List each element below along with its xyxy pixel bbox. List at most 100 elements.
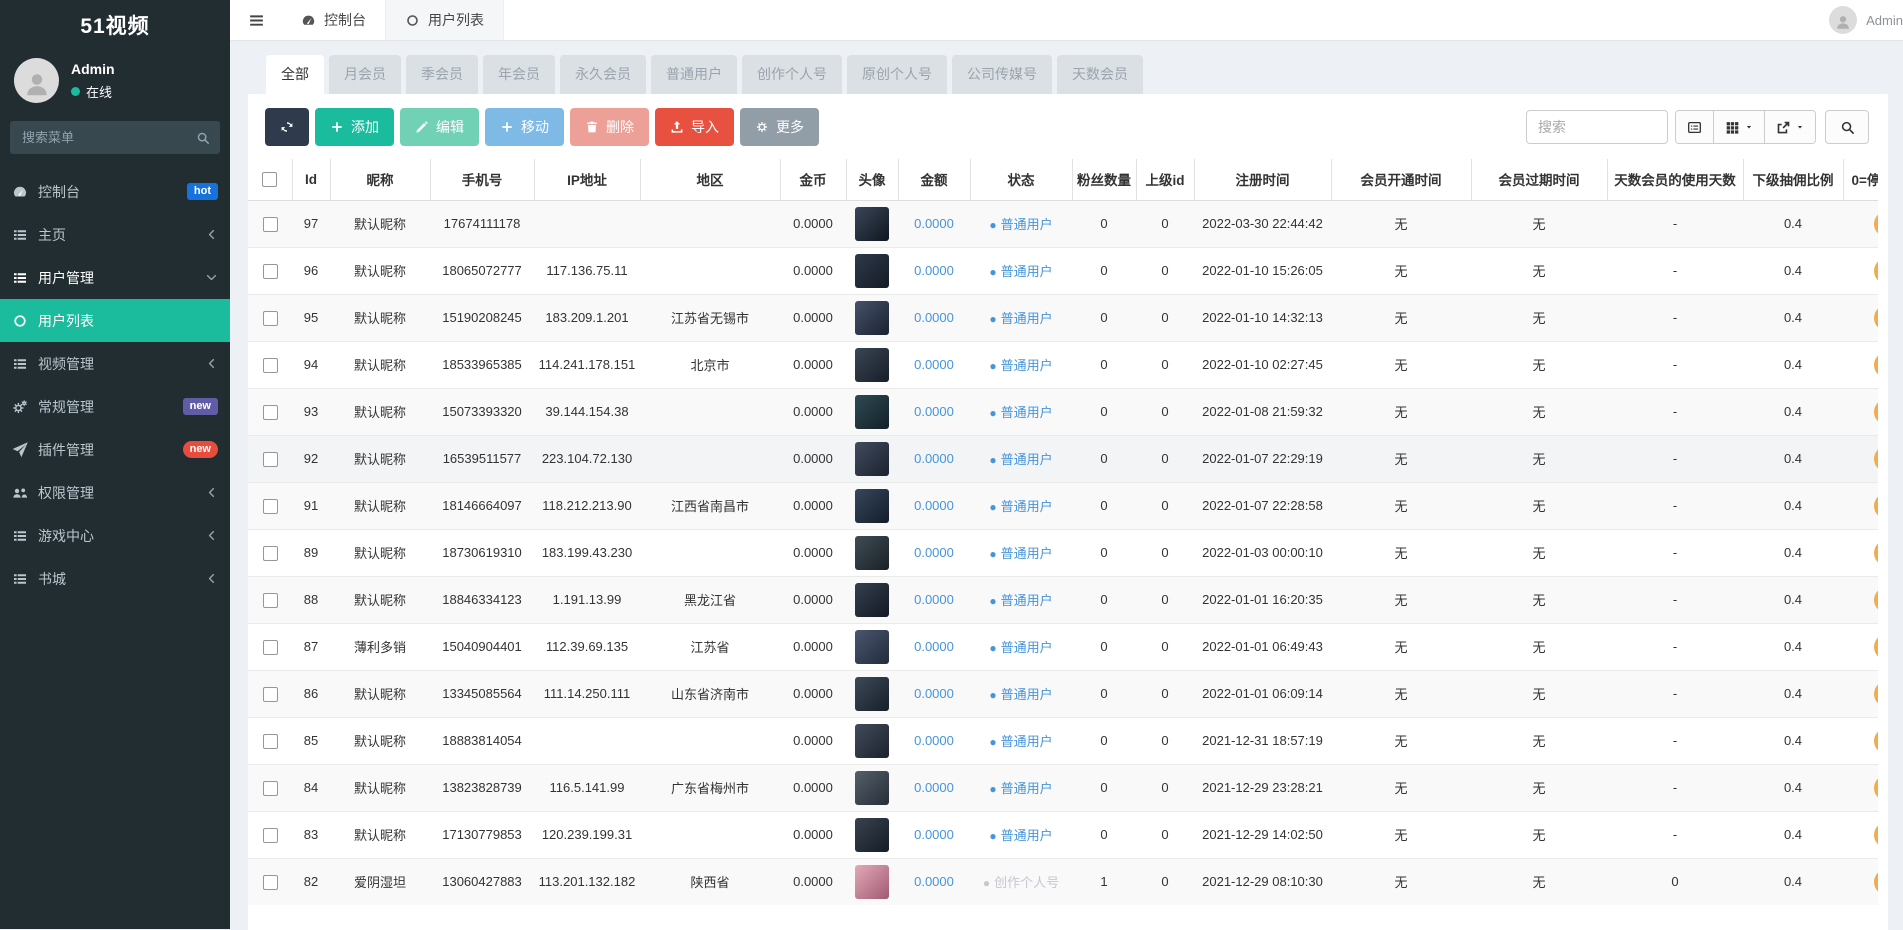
enabled-toggle[interactable] xyxy=(1874,727,1878,754)
select-all-checkbox[interactable] xyxy=(262,172,278,188)
filter-tab-month-vip[interactable]: 月会员 xyxy=(329,55,401,94)
row-checkbox[interactable] xyxy=(262,310,278,326)
enabled-toggle[interactable] xyxy=(1874,539,1878,566)
amount-link[interactable]: 0.0000 xyxy=(914,827,954,842)
enabled-toggle[interactable] xyxy=(1874,633,1878,660)
enabled-toggle[interactable] xyxy=(1874,398,1878,425)
user-avatar-image[interactable] xyxy=(855,253,889,288)
sidebar-item-general-management[interactable]: 常规管理 new xyxy=(0,385,230,428)
enabled-toggle[interactable] xyxy=(1874,586,1878,613)
sidebar-search-input[interactable] xyxy=(20,129,196,146)
enabled-toggle[interactable] xyxy=(1874,774,1878,801)
edit-button[interactable]: 编辑 xyxy=(400,108,479,146)
detail-view-button[interactable] xyxy=(1676,111,1713,143)
user-avatar-image[interactable] xyxy=(855,629,889,664)
user-avatar-image[interactable] xyxy=(855,441,889,476)
filter-tab-original-account[interactable]: 原创个人号 xyxy=(847,55,947,94)
enabled-toggle[interactable] xyxy=(1874,680,1878,707)
export-button[interactable] xyxy=(1764,111,1815,143)
sidebar-toggle-button[interactable] xyxy=(230,0,282,40)
user-avatar-image[interactable] xyxy=(855,206,889,241)
row-checkbox[interactable] xyxy=(262,827,278,843)
sidebar-item-plugin-management[interactable]: 插件管理 new xyxy=(0,428,230,471)
amount-link[interactable]: 0.0000 xyxy=(914,216,954,231)
row-checkbox[interactable] xyxy=(262,404,278,420)
sidebar-item-user-list[interactable]: 用户列表 xyxy=(0,299,230,342)
topbar-user[interactable]: Admin xyxy=(1829,0,1903,40)
enabled-toggle[interactable] xyxy=(1874,257,1878,284)
user-avatar-image[interactable] xyxy=(855,817,889,852)
user-avatar-image[interactable] xyxy=(855,300,889,335)
row-checkbox[interactable] xyxy=(262,639,278,655)
add-button[interactable]: 添加 xyxy=(315,108,394,146)
amount-link[interactable]: 0.0000 xyxy=(914,733,954,748)
amount-link[interactable]: 0.0000 xyxy=(914,874,954,889)
row-checkbox[interactable] xyxy=(262,545,278,561)
table-search-input[interactable] xyxy=(1526,110,1668,144)
sidebar-item-permission-management[interactable]: 权限管理 xyxy=(0,471,230,514)
user-avatar-image[interactable] xyxy=(855,347,889,382)
amount-link[interactable]: 0.0000 xyxy=(914,451,954,466)
row-checkbox[interactable] xyxy=(262,498,278,514)
enabled-toggle[interactable] xyxy=(1874,304,1878,331)
tab-user-list[interactable]: 用户列表 xyxy=(385,0,504,40)
amount-link[interactable]: 0.0000 xyxy=(914,686,954,701)
amount-link[interactable]: 0.0000 xyxy=(914,780,954,795)
row-checkbox[interactable] xyxy=(262,874,278,890)
row-checkbox[interactable] xyxy=(262,357,278,373)
enabled-toggle[interactable] xyxy=(1874,492,1878,519)
sidebar-item-book-city[interactable]: 书城 xyxy=(0,557,230,600)
amount-link[interactable]: 0.0000 xyxy=(914,639,954,654)
row-checkbox[interactable] xyxy=(262,451,278,467)
row-checkbox[interactable] xyxy=(262,216,278,232)
user-avatar-image[interactable] xyxy=(855,488,889,523)
move-button[interactable]: 移动 xyxy=(485,108,564,146)
row-checkbox[interactable] xyxy=(262,780,278,796)
search-button[interactable] xyxy=(1825,110,1869,144)
enabled-toggle[interactable] xyxy=(1874,210,1878,237)
import-button[interactable]: 导入 xyxy=(655,108,734,146)
filter-tab-forever-vip[interactable]: 永久会员 xyxy=(560,55,646,94)
filter-tab-year-vip[interactable]: 年会员 xyxy=(483,55,555,94)
amount-link[interactable]: 0.0000 xyxy=(914,545,954,560)
tab-console[interactable]: 控制台 xyxy=(282,0,385,40)
user-avatar-image[interactable] xyxy=(855,535,889,570)
sidebar-item-home[interactable]: 主页 xyxy=(0,213,230,256)
row-checkbox[interactable] xyxy=(262,592,278,608)
filter-tab-season-vip[interactable]: 季会员 xyxy=(406,55,478,94)
sidebar-item-game-center[interactable]: 游戏中心 xyxy=(0,514,230,557)
sidebar-item-user-management[interactable]: 用户管理 xyxy=(0,256,230,299)
row-checkbox[interactable] xyxy=(262,263,278,279)
user-avatar-image[interactable] xyxy=(855,770,889,805)
row-checkbox[interactable] xyxy=(262,733,278,749)
amount-link[interactable]: 0.0000 xyxy=(914,404,954,419)
user-avatar-image[interactable] xyxy=(855,582,889,617)
amount-link[interactable]: 0.0000 xyxy=(914,263,954,278)
refresh-button[interactable] xyxy=(265,108,309,146)
enabled-toggle[interactable] xyxy=(1874,868,1878,895)
enabled-toggle[interactable] xyxy=(1874,445,1878,472)
user-avatar-image[interactable] xyxy=(855,864,889,899)
filter-tab-creator-account[interactable]: 创作个人号 xyxy=(742,55,842,94)
filter-tab-company-media[interactable]: 公司传媒号 xyxy=(952,55,1052,94)
amount-link[interactable]: 0.0000 xyxy=(914,310,954,325)
user-avatar-image[interactable] xyxy=(855,723,889,758)
search-icon[interactable] xyxy=(196,131,210,145)
user-avatar-image[interactable] xyxy=(855,676,889,711)
columns-button[interactable] xyxy=(1713,111,1764,143)
sidebar-item-video-management[interactable]: 视频管理 xyxy=(0,342,230,385)
amount-link[interactable]: 0.0000 xyxy=(914,357,954,372)
amount-link[interactable]: 0.0000 xyxy=(914,498,954,513)
row-checkbox[interactable] xyxy=(262,686,278,702)
cell-id: 89 xyxy=(292,528,330,576)
filter-tab-normal-user[interactable]: 普通用户 xyxy=(651,55,737,94)
enabled-toggle[interactable] xyxy=(1874,821,1878,848)
enabled-toggle[interactable] xyxy=(1874,351,1878,378)
sidebar-item-dashboard[interactable]: 控制台 hot xyxy=(0,170,230,213)
user-avatar-image[interactable] xyxy=(855,394,889,429)
amount-link[interactable]: 0.0000 xyxy=(914,592,954,607)
filter-tab-days-vip[interactable]: 天数会员 xyxy=(1057,55,1143,94)
delete-button[interactable]: 删除 xyxy=(570,108,649,146)
more-button[interactable]: 更多 xyxy=(740,108,819,146)
filter-tab-all[interactable]: 全部 xyxy=(266,55,324,94)
